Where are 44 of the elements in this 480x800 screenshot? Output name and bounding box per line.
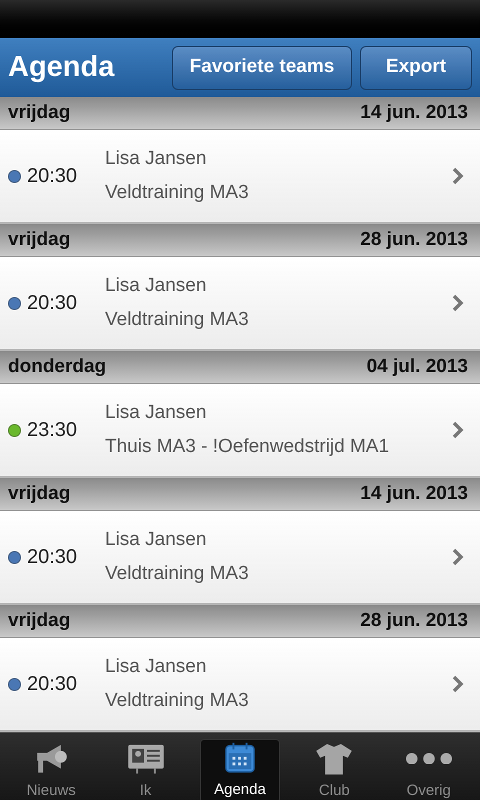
weekday-label: vrijdag	[8, 228, 70, 252]
event-time: 20:30	[27, 545, 78, 570]
date-label: 14 jun. 2013	[360, 100, 469, 125]
chevron-icon	[452, 548, 464, 566]
chevron-icon	[452, 675, 464, 693]
event-title: Veldtraining MA3	[105, 689, 250, 713]
date-label: 14 jun. 2013	[360, 482, 469, 506]
tab-button[interactable]: Ik	[106, 738, 186, 800]
event-title: Veldtraining MA3	[105, 562, 250, 586]
weekday-label: vrijdag	[8, 100, 70, 125]
person-name: Lisa Jansen	[105, 400, 208, 424]
event-row[interactable]: 20:30 Lisa Jansen Veldtraining MA3	[0, 638, 480, 732]
chevron-icon	[452, 167, 464, 185]
date-label: 28 jun. 2013	[360, 228, 469, 252]
date-label: 04 jul. 2013	[366, 354, 469, 379]
event-title: Thuis MA3 - !Oefenwedstrijd MA1	[105, 435, 390, 459]
weekday-label: donderdag	[8, 354, 106, 379]
person-name: Lisa Jansen	[105, 528, 208, 552]
event-time: 23:30	[27, 418, 78, 443]
person-name: Lisa Jansen	[105, 654, 208, 678]
weekday-label: vrijdag	[8, 608, 70, 633]
chevron-icon	[452, 421, 464, 439]
event-row[interactable]: 20:30 Lisa Jansen Veldtraining MA3	[0, 511, 480, 605]
tab-button[interactable]: Nieuws	[11, 738, 92, 800]
tab-button[interactable]: Agenda	[200, 738, 280, 800]
event-time: 20:30	[27, 291, 78, 316]
event-row[interactable]: 20:30 Lisa Jansen Veldtraining MA3	[0, 257, 480, 351]
weekday-label: vrijdag	[8, 482, 70, 506]
page-title: Agenda	[8, 50, 116, 85]
event-time: 20:30	[27, 164, 78, 189]
date-label: 28 jun. 2013	[360, 608, 469, 633]
event-title: Veldtraining MA3	[105, 181, 250, 205]
event-row[interactable]: 20:30 Lisa Jansen Veldtraining MA3	[0, 130, 480, 224]
more-icon	[406, 752, 452, 764]
export-button[interactable]: Export	[360, 46, 472, 90]
event-time: 20:30	[27, 672, 78, 697]
event-row[interactable]: 23:30 Lisa Jansen Thuis MA3 - !Oefenwedstrijd MA1	[0, 384, 480, 478]
favorites-button[interactable]: Favoriete teams	[172, 46, 352, 90]
tab-button[interactable]: Overig	[388, 738, 469, 800]
chevron-icon	[452, 294, 464, 312]
person-name: Lisa Jansen	[105, 274, 208, 298]
tab-button[interactable]: Club	[294, 738, 374, 800]
person-name: Lisa Jansen	[105, 146, 208, 170]
event-title: Veldtraining MA3	[105, 308, 250, 332]
